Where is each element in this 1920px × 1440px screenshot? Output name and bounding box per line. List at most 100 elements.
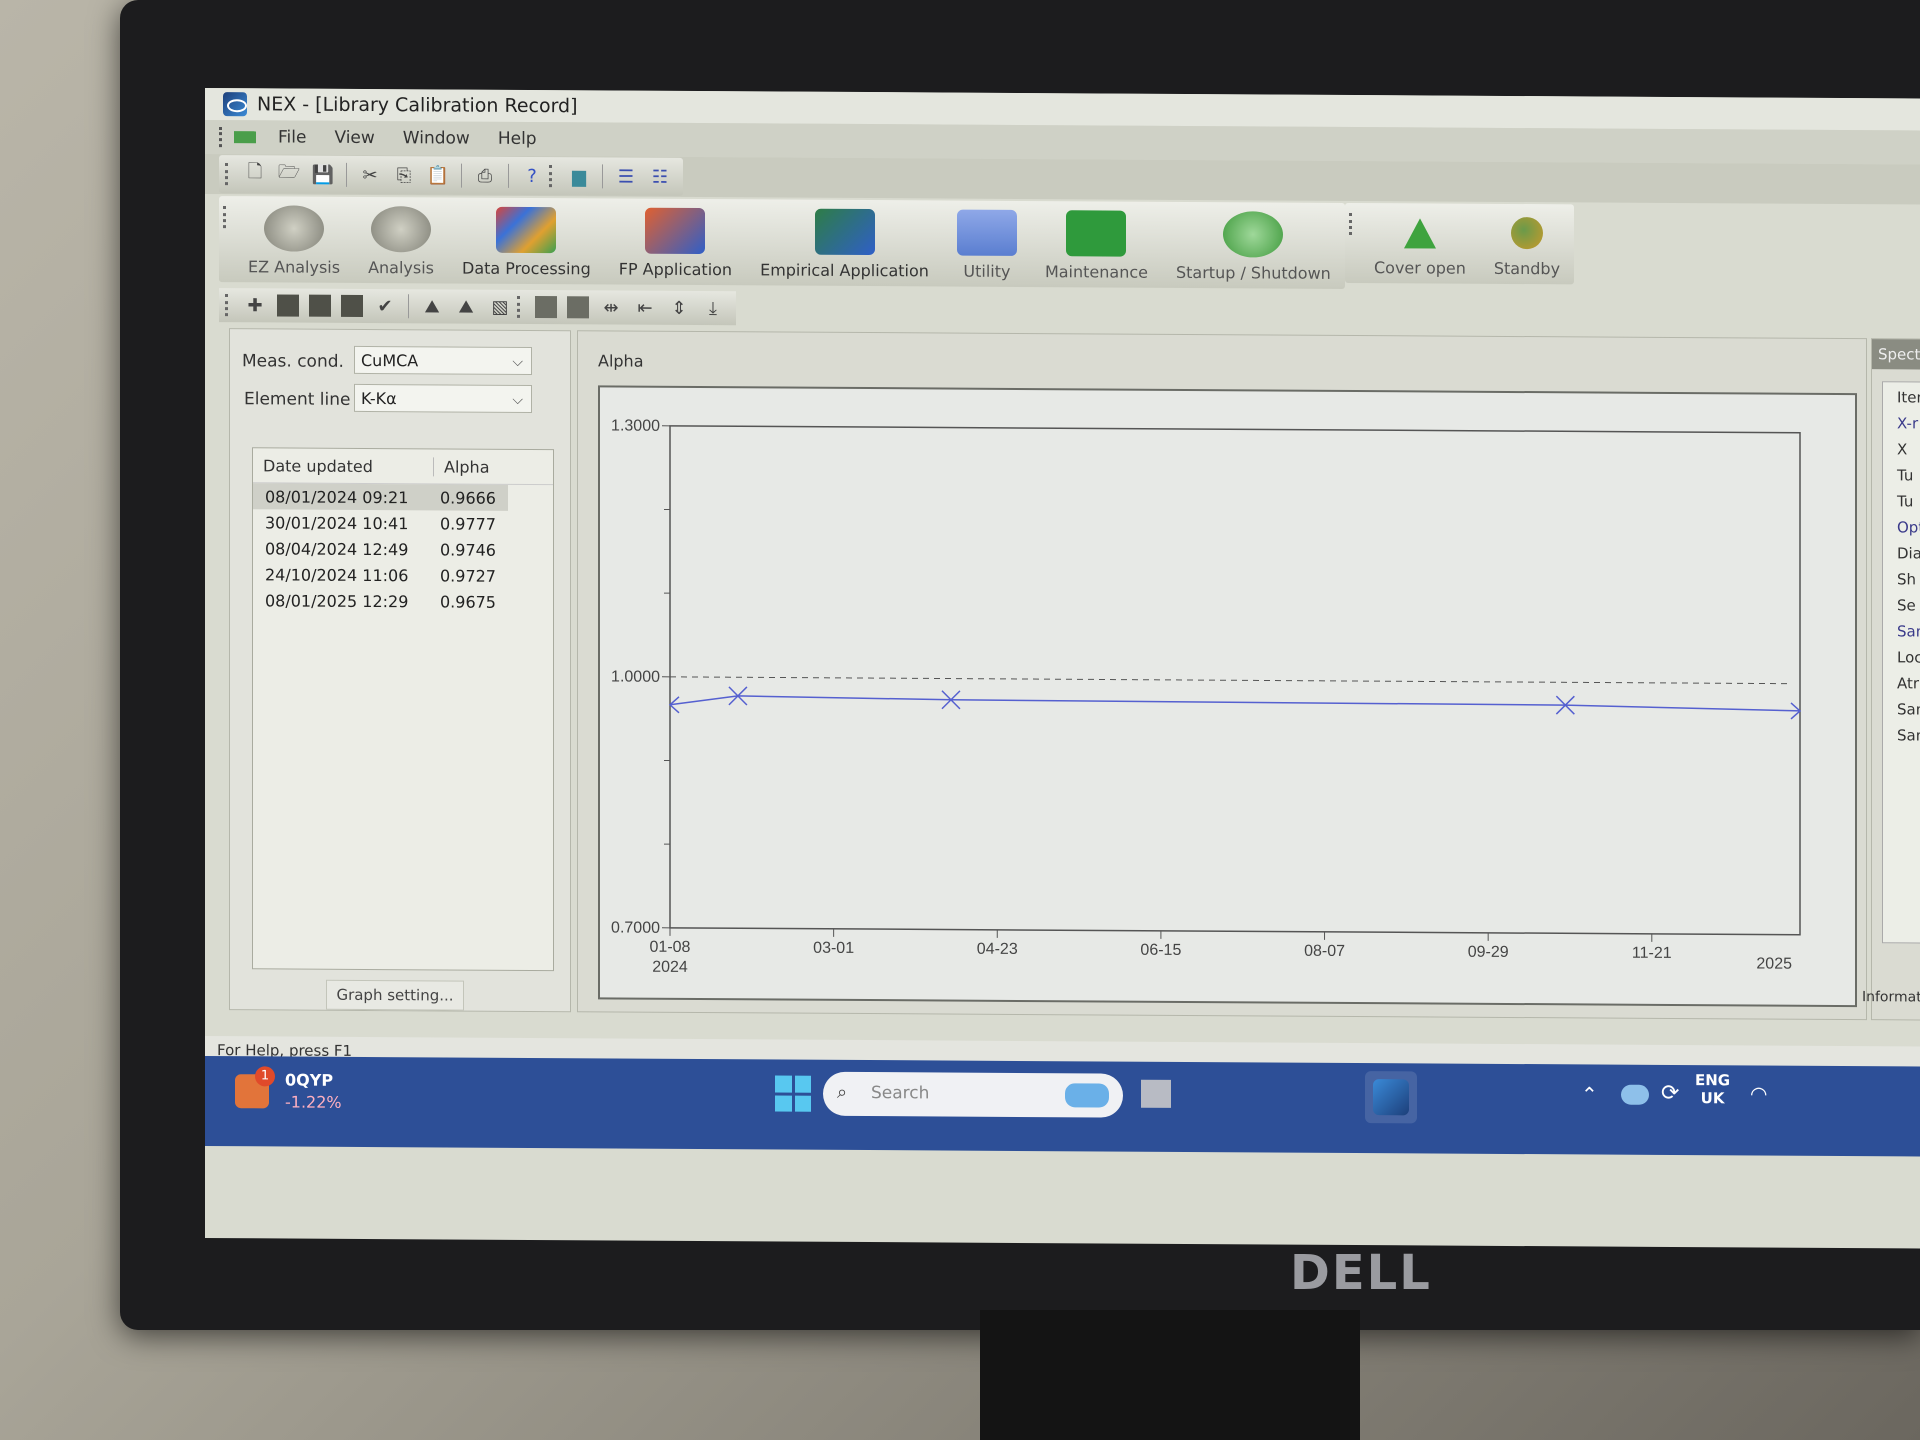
status-item: X-r bbox=[1897, 414, 1919, 433]
standby-label: Standby bbox=[1493, 258, 1561, 279]
column-alpha[interactable]: Alpha bbox=[434, 457, 490, 476]
calibration-record-list[interactable]: Date updated Alpha 08/01/2024 09:21 0.966… bbox=[252, 447, 554, 972]
startup-shutdown-button[interactable]: Startup / Shutdown bbox=[1162, 202, 1345, 289]
window-title: NEX - [Library Calibration Record] bbox=[257, 93, 578, 118]
tab-spectro[interactable]: Spectro bbox=[1872, 339, 1920, 370]
save-icon[interactable]: 💾 bbox=[311, 163, 335, 187]
help-icon[interactable]: ? bbox=[520, 164, 544, 188]
cut-icon[interactable]: ✂ bbox=[358, 163, 382, 187]
y-tick-label: 0.7000 bbox=[611, 919, 660, 936]
status-item: Sam bbox=[1897, 622, 1920, 641]
window-icon[interactable]: ▆ bbox=[567, 164, 591, 188]
paste-icon[interactable]: 📋 bbox=[426, 163, 450, 187]
shrink-x-icon[interactable]: ⇤ bbox=[633, 296, 657, 320]
maintenance-label: Maintenance bbox=[1044, 262, 1148, 282]
open-icon[interactable]: 🗁 bbox=[277, 161, 301, 186]
search-icon: ⌕ bbox=[837, 1081, 848, 1103]
plot-frame: 1.3000 1.0000 0.7000 01-08 03-01 04-23 06-15 08… bbox=[598, 385, 1857, 1008]
grip-icon[interactable] bbox=[219, 127, 226, 148]
information-label: Information bbox=[1862, 989, 1920, 1006]
scroll-left-icon[interactable] bbox=[535, 296, 557, 319]
grip-icon[interactable] bbox=[225, 163, 232, 186]
stock-change: -1.22% bbox=[285, 1092, 342, 1112]
series-line bbox=[669, 695, 1801, 712]
language-indicator[interactable]: ENG UK bbox=[1695, 1071, 1730, 1107]
startup-shutdown-label: Startup / Shutdown bbox=[1175, 262, 1331, 283]
status-item: Opt bbox=[1897, 518, 1920, 537]
grip-icon[interactable] bbox=[549, 165, 556, 188]
list-item[interactable]: 24/10/2024 11:06 0.9727 bbox=[253, 561, 553, 589]
nex-app-icon bbox=[1373, 1079, 1409, 1116]
chart-image-icon[interactable]: ▧ bbox=[488, 295, 512, 319]
scroll-right-icon[interactable] bbox=[567, 296, 589, 319]
alpha-cell: 0.9675 bbox=[440, 591, 496, 612]
expand-x-icon[interactable]: ⇹ bbox=[599, 295, 623, 319]
mdi-child-icon[interactable] bbox=[234, 131, 256, 144]
start-button[interactable] bbox=[775, 1075, 811, 1112]
column-date-updated[interactable]: Date updated bbox=[253, 455, 434, 476]
analysis-button[interactable]: Analysis bbox=[354, 197, 448, 284]
taskbar-nex-app[interactable] bbox=[1365, 1071, 1417, 1124]
date-updated-cell: 08/01/2025 12:29 bbox=[265, 590, 409, 611]
graph-setting-button[interactable]: Graph setting... bbox=[326, 979, 464, 1011]
list-header: Date updated Alpha bbox=[253, 448, 553, 486]
zoom-x-icon[interactable] bbox=[309, 294, 331, 317]
x-tick-label: 04-23 bbox=[977, 941, 1018, 958]
spectrometer-panel: Spectro Item X-r X Tu Tu Opt Dia Sh Se Sam Loc Atr S… bbox=[1862, 338, 1920, 1021]
element-line-select[interactable]: K-Kα ⌵ bbox=[354, 383, 532, 413]
fp-application-label: FP Application bbox=[618, 259, 733, 280]
shrink-y-icon[interactable]: ⤓ bbox=[701, 296, 725, 320]
peak-baseline-icon[interactable]: ⛰ bbox=[454, 295, 478, 319]
empirical-application-label: Empirical Application bbox=[760, 260, 929, 281]
empirical-application-button[interactable]: Empirical Application bbox=[746, 199, 943, 286]
ez-analysis-button[interactable]: EZ Analysis bbox=[234, 196, 354, 283]
region-code: UK bbox=[1700, 1089, 1725, 1108]
new-icon[interactable]: 🗋 bbox=[243, 161, 267, 186]
meas-cond-select[interactable]: CuMCA ⌵ bbox=[354, 345, 532, 375]
app-logo-icon bbox=[223, 92, 247, 117]
zoom-y-icon[interactable] bbox=[341, 294, 363, 317]
list-item[interactable]: 08/01/2025 12:29 0.9675 bbox=[253, 587, 553, 615]
list-item[interactable]: 08/01/2024 09:21 0.9666 bbox=[253, 483, 508, 511]
taskbar-search[interactable]: ⌕ Search bbox=[823, 1071, 1123, 1118]
cover-open-button[interactable]: Cover open bbox=[1360, 203, 1480, 284]
chevron-down-icon: ⌵ bbox=[512, 353, 523, 370]
menu-file[interactable]: File bbox=[278, 127, 306, 147]
tile-icon[interactable]: ☷ bbox=[648, 165, 672, 189]
status-item: Tu bbox=[1897, 466, 1914, 485]
x-year-label: 2025 bbox=[1756, 955, 1792, 972]
sync-icon[interactable]: ⟳ bbox=[1661, 1081, 1679, 1106]
status-item: Loc bbox=[1897, 648, 1920, 667]
y-tick-label: 1.3000 bbox=[611, 417, 660, 434]
task-view-icon[interactable] bbox=[1141, 1079, 1171, 1108]
utility-button[interactable]: Utility bbox=[943, 201, 1031, 288]
menu-view[interactable]: View bbox=[334, 128, 374, 148]
list-item[interactable]: 08/04/2024 12:49 0.9746 bbox=[253, 535, 553, 563]
copy-icon[interactable]: ⎘ bbox=[392, 163, 416, 187]
x-tick-label: 06-15 bbox=[1140, 942, 1181, 959]
chevron-up-icon[interactable]: ⌃ bbox=[1581, 1082, 1598, 1106]
alpha-cell: 0.9666 bbox=[440, 487, 496, 508]
cover-open-label: Cover open bbox=[1374, 258, 1466, 278]
peak-icon[interactable]: ⛰ bbox=[420, 294, 444, 318]
menu-window[interactable]: Window bbox=[403, 128, 470, 148]
chart-panel: Alpha 1.3000 1.0000 0.7000 01-08 03-01 04-23 0… bbox=[577, 330, 1867, 1021]
x-tick-label: 09-29 bbox=[1468, 944, 1509, 961]
zoom-box-icon[interactable] bbox=[277, 294, 299, 317]
element-line-label: Element line bbox=[244, 389, 351, 410]
cascade-icon[interactable]: ☰ bbox=[614, 164, 638, 188]
standby-button[interactable]: Standby bbox=[1480, 204, 1574, 285]
expand-y-icon[interactable]: ⇕ bbox=[667, 296, 691, 320]
wifi-icon[interactable]: ◠ bbox=[1750, 1081, 1767, 1105]
maintenance-button[interactable]: Maintenance bbox=[1031, 201, 1162, 288]
check-icon[interactable]: ✔ bbox=[373, 294, 397, 318]
search-placeholder: Search bbox=[871, 1083, 930, 1104]
list-item[interactable]: 30/01/2024 10:41 0.9777 bbox=[253, 509, 553, 537]
print-icon[interactable]: ⎙ bbox=[473, 164, 497, 188]
onedrive-icon[interactable] bbox=[1621, 1084, 1649, 1105]
fp-application-icon bbox=[645, 207, 706, 255]
fp-application-button[interactable]: FP Application bbox=[605, 198, 746, 285]
menu-help[interactable]: Help bbox=[498, 129, 537, 149]
data-processing-button[interactable]: Data Processing bbox=[448, 197, 605, 284]
crosshair-icon[interactable]: ✚ bbox=[243, 293, 267, 317]
